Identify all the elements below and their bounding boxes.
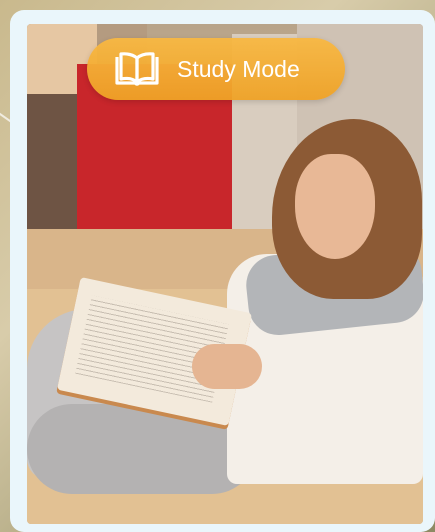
- study-mode-label: Study Mode: [177, 55, 300, 82]
- open-book-icon: [113, 51, 161, 87]
- reading-photo: Study Mode: [27, 24, 423, 524]
- study-mode-card[interactable]: Study Mode: [10, 10, 435, 532]
- study-mode-badge[interactable]: Study Mode: [87, 38, 345, 100]
